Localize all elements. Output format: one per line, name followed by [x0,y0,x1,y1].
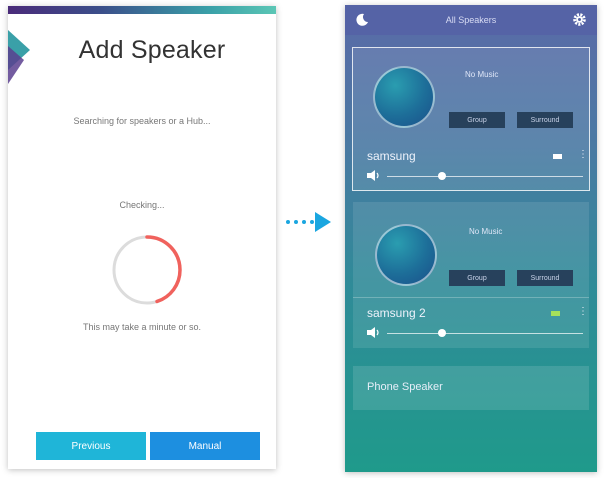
arrow-dot [310,220,314,224]
page-title: Add Speaker [78,36,226,64]
battery-icon [553,154,562,159]
transition-arrow [286,212,336,232]
arrow-dot [286,220,290,224]
checking-message: Checking... [119,200,165,210]
now-playing-label: No Music [465,70,499,79]
speaker-name: samsung [367,149,416,163]
speaker-artwork[interactable] [373,66,435,128]
gear-icon[interactable] [572,12,587,27]
volume-icon[interactable] [367,327,381,338]
now-playing-label: No Music [469,227,503,236]
arrow-dot [294,220,298,224]
phone-speaker-label: Phone Speaker [367,381,443,393]
more-options-icon[interactable]: ⋮ [578,149,588,160]
speaker-card[interactable]: No Music Group Surround samsung ⋮ [352,47,590,191]
speakers-screen: All Speakers No Music Group Surround sam… [345,5,597,472]
speaker-card[interactable]: No Music Group Surround samsung 2 ⋮ [353,202,589,348]
speaker-name: samsung 2 [367,306,426,320]
volume-icon[interactable] [367,170,381,181]
status-bar [8,6,276,14]
progress-spinner [112,235,182,305]
surround-button[interactable]: Surround [517,270,573,286]
arrow-dot [302,220,306,224]
add-speaker-screen: Add Speaker Searching for speakers or a … [8,6,276,469]
app-header: All Speakers [345,5,597,35]
manual-button[interactable]: Manual [150,432,260,460]
previous-button[interactable]: Previous [36,432,146,460]
surround-button[interactable]: Surround [517,112,573,128]
more-options-icon[interactable]: ⋮ [578,306,588,317]
arrow-right-icon [315,212,331,232]
volume-slider[interactable] [387,333,583,334]
speaker-artwork[interactable] [375,224,437,286]
volume-slider-handle[interactable] [437,329,446,337]
group-button[interactable]: Group [449,112,505,128]
divider [353,297,589,298]
wait-message: This may take a minute or so. [82,322,202,332]
group-button[interactable]: Group [449,270,505,286]
header-title: All Speakers [445,15,497,25]
volume-slider-handle[interactable] [437,172,446,180]
volume-slider[interactable] [387,176,583,177]
searching-message: Searching for speakers or a Hub... [73,116,211,126]
phone-speaker-item[interactable]: Phone Speaker [353,366,589,410]
battery-icon [551,311,560,316]
